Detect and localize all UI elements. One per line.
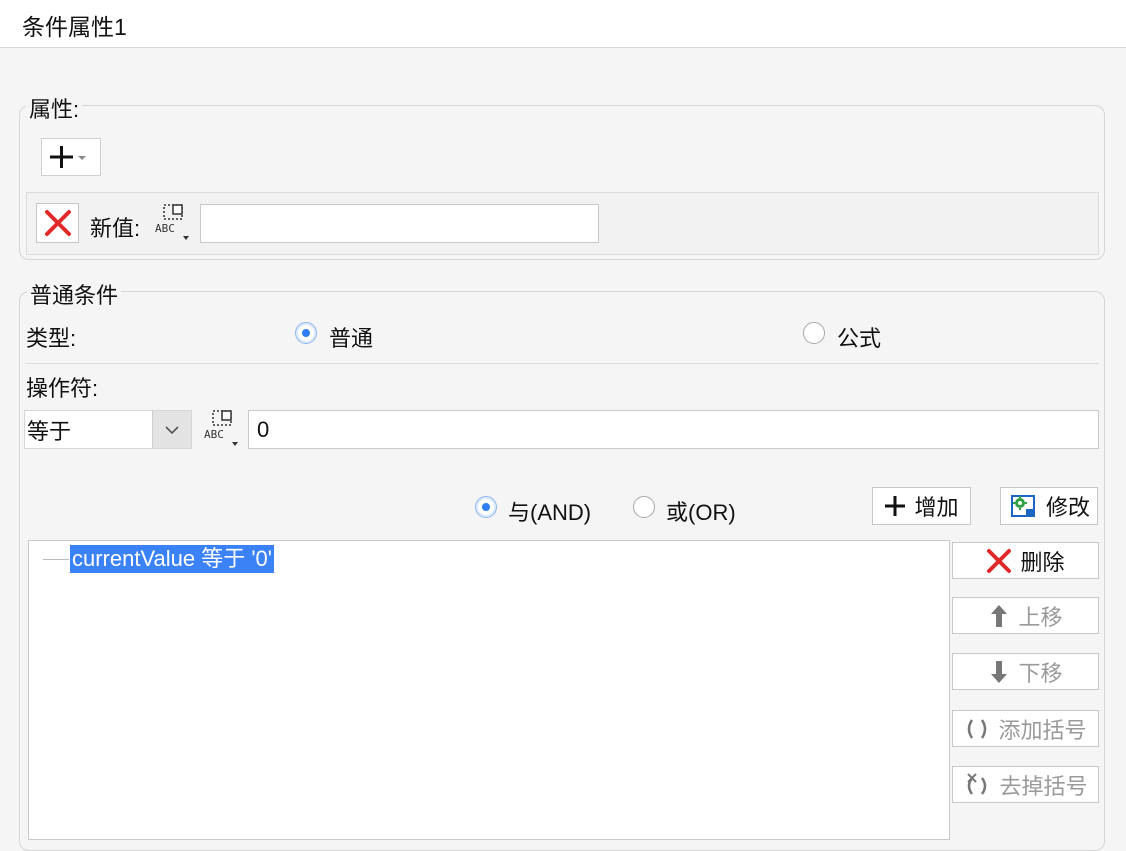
title-bar: 条件属性1	[0, 0, 1126, 48]
type-formula-label[interactable]: 公式	[837, 321, 881, 353]
logic-and-radio[interactable]	[475, 496, 497, 518]
window-title: 条件属性1	[22, 14, 127, 40]
tree-connector	[43, 559, 69, 560]
operator-label: 操作符:	[26, 376, 99, 401]
add-condition-button[interactable]: 增加	[872, 487, 971, 525]
remove-bracket-icon	[967, 772, 987, 795]
remove-attribute-button[interactable]	[36, 203, 79, 243]
tree-item[interactable]: currentValue 等于 '0'	[70, 545, 274, 573]
type-normal-label[interactable]: 普通	[329, 321, 373, 353]
plus-icon	[885, 496, 906, 516]
logic-or-label[interactable]: 或(OR)	[666, 495, 736, 527]
add-condition-label: 增加	[914, 495, 959, 520]
new-value-input[interactable]	[200, 204, 599, 243]
move-up-label: 上移	[1018, 604, 1063, 630]
move-down-label: 下移	[1018, 660, 1063, 686]
type-normal-radio[interactable]	[295, 322, 317, 344]
modify-condition-button[interactable]: 修改	[1000, 487, 1098, 525]
type-label: 类型:	[26, 326, 77, 351]
attributes-legend: 属性:	[26, 92, 83, 124]
new-value-label: 新值:	[90, 216, 141, 241]
abc-formula-icon[interactable]: ABC	[153, 203, 189, 243]
red-x-icon	[44, 210, 71, 236]
bracket-icon	[968, 718, 987, 739]
move-down-button[interactable]: 下移	[952, 653, 1099, 690]
add-attribute-button[interactable]	[41, 138, 101, 176]
logic-and-label[interactable]: 与(AND)	[508, 495, 591, 527]
add-bracket-button[interactable]: 添加括号	[952, 710, 1099, 747]
operator-select-arrow[interactable]	[152, 411, 191, 448]
remove-bracket-label: 去掉括号	[999, 773, 1088, 799]
type-separator	[26, 363, 1099, 364]
red-x-icon	[987, 548, 1012, 573]
delete-condition-button[interactable]: 删除	[952, 542, 1099, 579]
chevron-down-icon	[165, 425, 179, 434]
operand-input[interactable]: 0	[248, 410, 1099, 449]
add-bracket-label: 添加括号	[998, 717, 1087, 743]
condition-tree[interactable]: currentValue 等于 '0'	[28, 540, 950, 840]
logic-or-radio[interactable]	[633, 496, 655, 518]
remove-bracket-button[interactable]: 去掉括号	[952, 766, 1099, 803]
arrow-up-icon	[991, 604, 1008, 627]
plus-dropdown-icon	[50, 146, 86, 168]
operand-abc-formula-icon[interactable]: ABC	[202, 409, 238, 449]
condition-legend: 普通条件	[27, 278, 122, 310]
svg-text:ABC: ABC	[204, 428, 224, 441]
gear-edit-icon	[1010, 495, 1035, 517]
svg-text:ABC: ABC	[155, 222, 175, 235]
move-up-button[interactable]: 上移	[952, 597, 1099, 634]
operator-select-value: 等于	[27, 418, 72, 444]
delete-condition-label: 删除	[1020, 549, 1065, 575]
type-formula-radio[interactable]	[803, 322, 825, 344]
arrow-down-icon	[991, 660, 1008, 683]
modify-condition-label: 修改	[1045, 495, 1090, 520]
